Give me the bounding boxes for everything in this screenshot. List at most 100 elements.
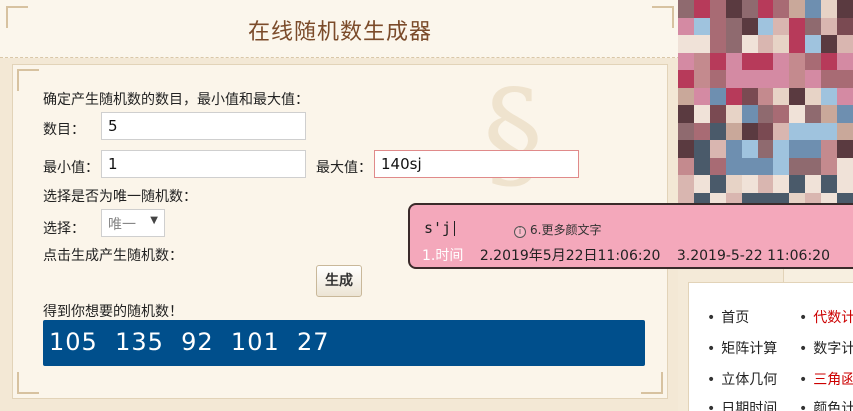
corner-ornament bbox=[641, 372, 663, 394]
max-label: 最大值： bbox=[316, 160, 372, 176]
mosaic-cell bbox=[709, 70, 726, 88]
sidebar-link-trig[interactable]: • 三角函 bbox=[799, 369, 853, 389]
mosaic-cell bbox=[741, 0, 758, 18]
mosaic-cell bbox=[725, 122, 742, 140]
mosaic-cell bbox=[757, 17, 774, 35]
mosaic-cell bbox=[821, 70, 838, 88]
mosaic-cell bbox=[693, 17, 710, 35]
mosaic-cell bbox=[821, 87, 838, 105]
select-label: 选择： bbox=[43, 221, 85, 237]
mosaic-cell bbox=[805, 175, 822, 193]
mosaic-cell bbox=[805, 70, 822, 88]
mosaic-cell bbox=[837, 122, 853, 140]
mosaic-cell bbox=[805, 140, 822, 158]
mosaic-cell bbox=[773, 0, 790, 18]
corner-ornament bbox=[17, 372, 39, 394]
mosaic-cell bbox=[821, 105, 838, 123]
ime-more-emoticons[interactable]: i 6.更多颜文字 bbox=[514, 221, 601, 238]
mosaic-cell bbox=[773, 175, 790, 193]
mosaic-cell bbox=[725, 52, 742, 70]
sidebar-nav: • 首页 • 代数计 • 矩阵计算 • 数字计 • 立体几何 • 三角函 • 日期时间 • 颜色… bbox=[688, 282, 853, 411]
min-input[interactable] bbox=[101, 150, 306, 178]
mosaic-cell bbox=[741, 175, 758, 193]
mosaic-cell bbox=[693, 140, 710, 158]
mosaic-cell bbox=[821, 157, 838, 175]
ime-candidate[interactable]: 1.时间 bbox=[422, 248, 463, 264]
mosaic-cell bbox=[757, 157, 774, 175]
mosaic-cell bbox=[789, 87, 806, 105]
mosaic-cell bbox=[741, 35, 758, 53]
sidebar-link-datetime[interactable]: • 日期时间 bbox=[707, 398, 777, 411]
intro-text: 确定产生随机数的数目，最小值和最大值： bbox=[43, 92, 309, 108]
mosaic-cell bbox=[821, 52, 838, 70]
mosaic-cell bbox=[757, 87, 774, 105]
max-input[interactable] bbox=[374, 150, 579, 178]
sidebar-link-color[interactable]: • 颜色计 bbox=[799, 398, 853, 411]
mosaic-cell bbox=[789, 70, 806, 88]
mosaic-cell bbox=[693, 0, 710, 18]
mosaic-cell bbox=[837, 175, 853, 193]
mosaic-cell bbox=[678, 175, 694, 193]
mosaic-cell bbox=[805, 35, 822, 53]
sidebar-link-algebra[interactable]: • 代数计 bbox=[799, 307, 853, 327]
mosaic-cell bbox=[693, 105, 710, 123]
mosaic-cell bbox=[805, 122, 822, 140]
generate-button[interactable]: 生成 bbox=[316, 265, 362, 297]
mosaic-cell bbox=[821, 175, 838, 193]
mosaic-cell bbox=[789, 105, 806, 123]
mosaic-cell bbox=[837, 52, 853, 70]
unique-select[interactable]: 唯一 ▼ bbox=[101, 209, 165, 237]
generate-prompt: 点击生成产生随机数： bbox=[43, 248, 183, 264]
mosaic-cell bbox=[773, 87, 790, 105]
mosaic-cell bbox=[725, 105, 742, 123]
mosaic-cell bbox=[837, 17, 853, 35]
ime-candidate[interactable]: 2.2019年5月22日11:06:20 bbox=[480, 248, 661, 264]
mosaic-cell bbox=[789, 52, 806, 70]
mosaic-cell bbox=[757, 0, 774, 18]
mosaic-cell bbox=[725, 17, 742, 35]
mosaic-cell bbox=[709, 0, 726, 18]
info-icon: i bbox=[514, 226, 526, 238]
mosaic-cell bbox=[725, 70, 742, 88]
mosaic-cell bbox=[773, 70, 790, 88]
min-label: 最小值： bbox=[43, 160, 99, 176]
mosaic-cell bbox=[709, 35, 726, 53]
count-input[interactable] bbox=[101, 112, 306, 140]
unique-prompt: 选择是否为唯一随机数： bbox=[43, 189, 197, 205]
mosaic-cell bbox=[725, 140, 742, 158]
mosaic-cell bbox=[741, 140, 758, 158]
mosaic-cell bbox=[757, 122, 774, 140]
sidebar-link-solid-geometry[interactable]: • 立体几何 bbox=[707, 369, 777, 389]
mosaic-cell bbox=[805, 87, 822, 105]
mosaic-cell bbox=[805, 157, 822, 175]
mosaic-cell bbox=[693, 175, 710, 193]
mosaic-cell bbox=[789, 0, 806, 18]
mosaic-cell bbox=[773, 157, 790, 175]
mosaic-cell bbox=[773, 35, 790, 53]
mosaic-cell bbox=[678, 87, 694, 105]
mosaic-cell bbox=[678, 105, 694, 123]
page-header: 在线随机数生成器 bbox=[0, 0, 680, 58]
page-title: 在线随机数生成器 bbox=[247, 20, 432, 45]
mosaic-cell bbox=[805, 105, 822, 123]
sidebar-link-matrix[interactable]: • 矩阵计算 bbox=[707, 338, 777, 358]
mosaic-cell bbox=[678, 17, 694, 35]
sidebar-link-number[interactable]: • 数字计 bbox=[799, 338, 853, 358]
mosaic-cell bbox=[821, 17, 838, 35]
mosaic-cell bbox=[741, 157, 758, 175]
chevron-down-icon: ▼ bbox=[150, 215, 158, 226]
mosaic-cell bbox=[789, 35, 806, 53]
mosaic-cell bbox=[709, 175, 726, 193]
mosaic-cell bbox=[757, 105, 774, 123]
mosaic-cell bbox=[805, 17, 822, 35]
mosaic-cell bbox=[821, 122, 838, 140]
mosaic-cell bbox=[693, 157, 710, 175]
ime-candidate[interactable]: 3.2019-5-22 11:06:20 bbox=[677, 248, 830, 264]
sidebar-link-home[interactable]: • 首页 bbox=[707, 307, 749, 327]
mosaic-cell bbox=[837, 35, 853, 53]
mosaic-cell bbox=[725, 175, 742, 193]
advertisement-image[interactable] bbox=[678, 0, 853, 210]
mosaic-cell bbox=[773, 122, 790, 140]
mosaic-cell bbox=[741, 122, 758, 140]
corner-ornament bbox=[17, 69, 39, 91]
